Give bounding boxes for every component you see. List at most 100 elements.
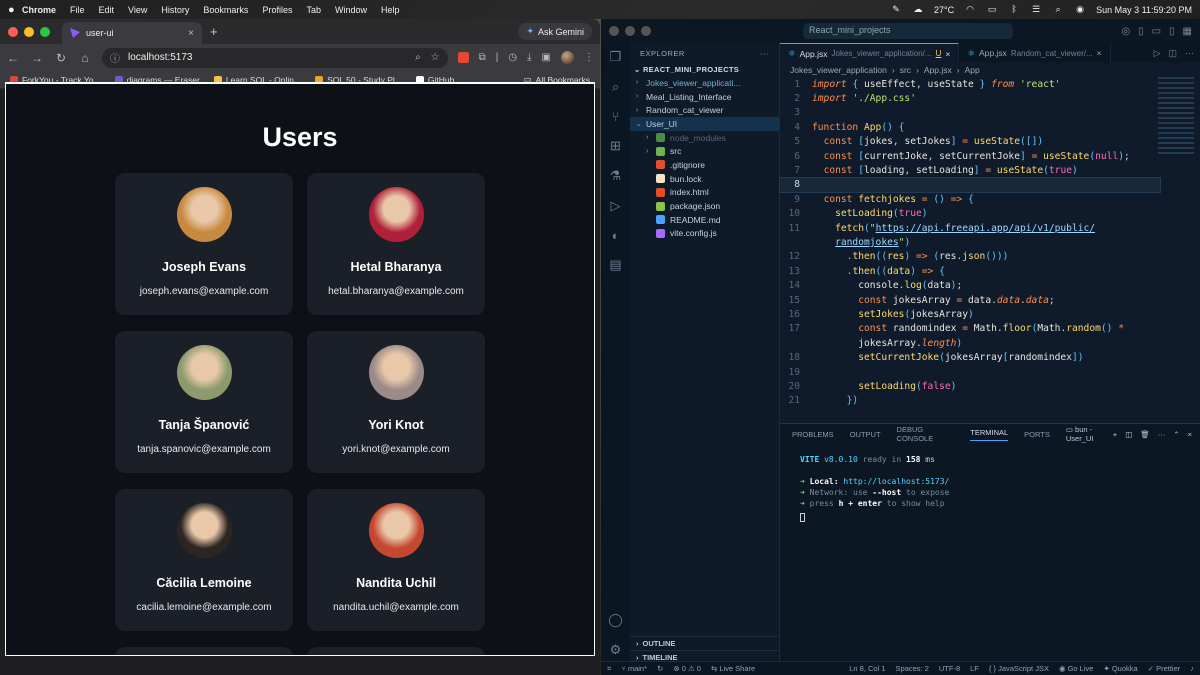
terminal-output[interactable]: VITE v8.0.10 ready in 158 ms ➜ Local: ht… bbox=[780, 444, 1200, 525]
line-source[interactable]: function App() { bbox=[812, 122, 904, 133]
file-item[interactable]: vite.config.js bbox=[630, 227, 779, 241]
line-source[interactable]: }) bbox=[812, 395, 859, 406]
breadcrumb-item[interactable]: App.jsx bbox=[924, 65, 952, 75]
site-info-icon[interactable]: ⓘ bbox=[110, 50, 120, 65]
toggle-sidebar-icon[interactable]: ▯ bbox=[1138, 26, 1144, 37]
line-source[interactable]: const [loading, setLoading] = useState(t… bbox=[812, 165, 1078, 176]
workspace-root-folder[interactable]: ⌄ REACT_MINI_PROJECTS bbox=[630, 63, 779, 76]
code-line[interactable]: 12 .then((res) => (res.json())) bbox=[780, 250, 1160, 264]
command-center-search[interactable]: React_mini_projects bbox=[803, 23, 1013, 39]
go-live-button[interactable]: ◉ Go Live bbox=[1059, 664, 1094, 673]
ask-gemini-button[interactable]: ✦ Ask Gemini bbox=[518, 23, 592, 40]
folder-item[interactable]: › Random_cat_viewer bbox=[630, 103, 779, 117]
file-item[interactable]: bun.lock bbox=[630, 172, 779, 186]
code-line[interactable]: 2 import './App.css' bbox=[780, 91, 1160, 105]
downloads-icon[interactable]: ⤓ bbox=[527, 52, 531, 63]
run-icon[interactable]: ▷ bbox=[1154, 48, 1161, 59]
code-line[interactable]: 9 const fetchjokes = () => { bbox=[780, 192, 1160, 206]
extensions-icon[interactable]: ⊞ bbox=[608, 138, 624, 154]
minimize-window-button[interactable] bbox=[625, 26, 635, 36]
side-panel-icon[interactable]: ▣ bbox=[542, 52, 551, 63]
code-line[interactable]: 7 const [loading, setLoading] = useState… bbox=[780, 163, 1160, 177]
panel-tab-terminal[interactable]: TERMINAL bbox=[970, 428, 1009, 441]
line-source[interactable]: .then((data) => { bbox=[812, 266, 945, 277]
breadcrumb-item[interactable]: Jokes_viewer_application bbox=[790, 65, 887, 75]
menu-item-history[interactable]: History bbox=[161, 5, 189, 15]
split-terminal-icon[interactable]: ◫ bbox=[1125, 430, 1132, 439]
sync-icon[interactable]: ↻ bbox=[657, 664, 663, 673]
zoom-icon[interactable]: ⌕ bbox=[415, 52, 421, 63]
account-icon[interactable]: ◯ bbox=[608, 612, 624, 628]
layout-icon[interactable]: ▦ bbox=[1183, 26, 1192, 37]
testing-flask-icon[interactable]: ⚗ bbox=[608, 168, 624, 184]
line-source[interactable]: console.log(data); bbox=[812, 280, 962, 291]
code-line[interactable]: 13 .then((data) => { bbox=[780, 264, 1160, 278]
line-source[interactable]: setJokes(jokesArray) bbox=[812, 309, 974, 320]
more-actions-icon[interactable]: ··· bbox=[760, 49, 769, 58]
code-line[interactable]: jokesArray.length) bbox=[780, 336, 1160, 350]
outline-section[interactable]: › OUTLINE bbox=[630, 636, 780, 650]
split-editor-icon[interactable]: ◫ bbox=[1168, 48, 1177, 59]
menu-item-tab[interactable]: Tab bbox=[306, 5, 321, 15]
bookmark-star-icon[interactable]: ☆ bbox=[431, 52, 440, 63]
menu-item-window[interactable]: Window bbox=[335, 5, 367, 15]
extensions-puzzle-icon[interactable]: ⧉ bbox=[479, 52, 486, 63]
code-line[interactable]: 5 const [jokes, setJokes] = useState([]) bbox=[780, 135, 1160, 149]
terminal-instance[interactable]: ▭ bun - User_UI bbox=[1066, 425, 1105, 443]
maximize-panel-icon[interactable]: ⌃ bbox=[1173, 430, 1179, 439]
git-branch[interactable]: ⑂ main* bbox=[621, 664, 647, 673]
indentation[interactable]: Spaces: 2 bbox=[896, 664, 929, 673]
line-source[interactable]: const [currentJoke, setCurrentJoke] = us… bbox=[812, 151, 1130, 162]
code-line[interactable]: 17 const randomindex = Math.floor(Math.r… bbox=[780, 322, 1160, 336]
menu-item-file[interactable]: File bbox=[70, 5, 85, 15]
new-tab-button[interactable]: + bbox=[210, 24, 218, 39]
home-icon[interactable]: ⌂ bbox=[78, 51, 92, 65]
kill-terminal-icon[interactable]: 🗑 bbox=[1140, 430, 1150, 439]
line-source[interactable]: const fetchjokes = () => { bbox=[812, 194, 974, 205]
minimize-window-button[interactable] bbox=[24, 26, 34, 37]
settings-gear-icon[interactable]: ⚙ bbox=[608, 642, 624, 658]
toggle-panel-icon[interactable]: ▭ bbox=[1152, 26, 1161, 37]
quokka-button[interactable]: ✦ Quokka bbox=[1103, 664, 1137, 673]
problems-indicator[interactable]: ⊗ 0 ⚠ 0 bbox=[673, 664, 701, 673]
chrome-menu-icon[interactable]: ⋮ bbox=[584, 52, 594, 63]
menubar-clock[interactable]: Sun May 3 11:59:20 PM bbox=[1096, 5, 1192, 15]
code-line[interactable]: 1 import { useEffect, useState } from 're… bbox=[780, 77, 1160, 91]
back-arrow-icon[interactable]: ← bbox=[6, 51, 20, 65]
code-line[interactable]: 3 bbox=[780, 106, 1160, 120]
code-line[interactable]: 6 const [currentJoke, setCurrentJoke] = … bbox=[780, 149, 1160, 163]
close-tab-icon[interactable]: × bbox=[945, 49, 950, 59]
line-source[interactable]: setLoading(true) bbox=[812, 208, 927, 219]
close-window-button[interactable] bbox=[8, 26, 18, 37]
notifications-bell-icon[interactable]: ♪ bbox=[1190, 664, 1194, 673]
remote-indicator-icon[interactable]: ⌗ bbox=[607, 664, 611, 674]
spotlight-icon[interactable]: ⌕ bbox=[1052, 5, 1064, 14]
address-bar[interactable]: ⓘ localhost:5173 ⌕ ☆ bbox=[102, 47, 448, 68]
encoding[interactable]: UTF-8 bbox=[939, 664, 960, 673]
code-area[interactable]: 1 import { useEffect, useState } from 're… bbox=[779, 77, 1161, 408]
file-item[interactable]: package.json bbox=[630, 199, 779, 213]
folder-item[interactable]: › Jokes_viewer_applicati... bbox=[630, 76, 779, 90]
line-source[interactable]: const jokesArray = data.data.data; bbox=[812, 295, 1054, 306]
search-icon[interactable]: ⌕ bbox=[608, 79, 624, 95]
history-icon[interactable]: ◷ bbox=[508, 52, 517, 63]
minimap[interactable] bbox=[1158, 77, 1194, 157]
code-line[interactable]: 8 bbox=[779, 176, 1161, 194]
url-text[interactable]: localhost:5173 bbox=[128, 52, 193, 63]
run-debug-icon[interactable]: ▷ bbox=[608, 198, 624, 214]
code-line[interactable]: randomjokes") bbox=[780, 235, 1160, 249]
control-center-icon[interactable]: ☰ bbox=[1030, 5, 1042, 14]
line-source[interactable]: fetch("https://api.freeapi.app/api/v1/pu… bbox=[812, 223, 1095, 234]
code-line[interactable]: 11 fetch("https://api.freeapi.app/api/v1… bbox=[780, 221, 1160, 235]
close-tab-icon[interactable]: × bbox=[1097, 48, 1102, 58]
line-source[interactable]: const [jokes, setJokes] = useState([]) bbox=[812, 136, 1044, 147]
more-actions-icon[interactable]: ··· bbox=[1158, 430, 1166, 439]
extension-icon[interactable] bbox=[457, 52, 469, 63]
prettier-button[interactable]: ✓ Prettier bbox=[1148, 664, 1181, 673]
reload-icon[interactable]: ↻ bbox=[54, 51, 68, 65]
breadcrumb-item[interactable]: App bbox=[965, 65, 980, 75]
panel-tab-output[interactable]: OUTPUT bbox=[850, 430, 881, 439]
line-source[interactable]: jokesArray.length) bbox=[812, 338, 962, 349]
live-share-button[interactable]: ⇆ Live Share bbox=[711, 664, 755, 673]
menu-item-edit[interactable]: Edit bbox=[99, 5, 115, 15]
